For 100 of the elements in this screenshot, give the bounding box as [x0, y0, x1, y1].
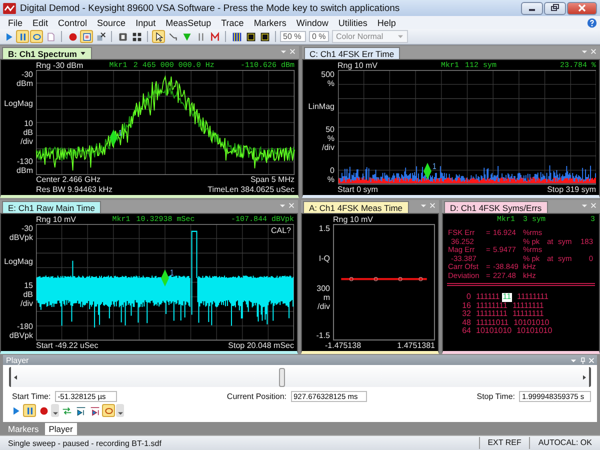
field-label: Stop Time:	[476, 392, 515, 401]
help-icon[interactable]	[587, 18, 597, 28]
player-button[interactable]	[102, 404, 115, 417]
grid-icon	[132, 32, 142, 42]
range-label: Rng -30 dBm	[36, 61, 84, 70]
axis-footer-label: TimeLen 384.0625 uSec	[208, 184, 294, 194]
font-icon	[118, 32, 128, 42]
close-icon[interactable]	[590, 48, 597, 55]
zoom-icon	[168, 32, 178, 42]
timeline-slider[interactable]	[9, 367, 591, 387]
menu-item[interactable]: Edit	[28, 18, 54, 28]
menu-item[interactable]: Markers	[248, 18, 292, 28]
player-button[interactable]	[51, 404, 59, 417]
axis-footer-label: Start -49.22 uSec	[36, 340, 98, 350]
player-button[interactable]	[23, 404, 36, 417]
toolbar-button[interactable]	[230, 30, 243, 43]
close-icon[interactable]	[590, 202, 597, 209]
menu-item[interactable]: MeasSetup	[160, 18, 216, 28]
loop-icon	[32, 32, 42, 42]
status-indicator: EXT REF	[478, 437, 530, 449]
record-icon	[68, 32, 78, 42]
panel-tab[interactable]: B: Ch1 Spectrum	[2, 47, 92, 59]
caret-icon	[118, 412, 122, 415]
restore-button[interactable]	[544, 2, 566, 14]
pointer-icon	[154, 32, 164, 42]
symbol-bits: 11111111	[476, 302, 508, 310]
toolbar-button[interactable]	[258, 30, 271, 43]
bit-offset: 16	[461, 302, 472, 310]
axis-footer-label: Res BW 9.94463 kHz	[36, 184, 112, 194]
bit-offset: 0	[466, 293, 472, 302]
axis-label: 0 %	[327, 166, 334, 184]
status-annotation: CAL?	[270, 226, 291, 235]
marker-icon	[210, 32, 220, 42]
toolbar-button[interactable]	[244, 30, 257, 43]
toolbar-button[interactable]	[80, 30, 93, 43]
scale-field[interactable]: 50 %	[280, 31, 306, 42]
axis-footer-label: Start 0 sym	[338, 184, 378, 194]
toolbar-button[interactable]	[130, 30, 143, 43]
range-label: Rng 10 mV	[338, 61, 378, 70]
panel-tab[interactable]: E: Ch1 Raw Main Time	[2, 201, 101, 213]
window-title: Digital Demod - Keysight 89600 VSA Software - Press the Mode key to switch applications	[20, 2, 401, 14]
close-icon	[577, 4, 587, 12]
symbol-bits: 10101010	[476, 327, 512, 336]
axis-label: 300 m /div	[316, 284, 330, 311]
menu-item[interactable]: Source	[92, 18, 131, 28]
panel-tab[interactable]: C: Ch1 4FSK Err Time	[304, 47, 400, 59]
symbol-bits: 10101010	[514, 318, 550, 327]
status-indicator: AUTOCAL: OK	[529, 437, 600, 449]
left-arrow-icon[interactable]	[14, 374, 17, 380]
axis-label: 500 %	[321, 70, 334, 88]
toolbar-button[interactable]	[152, 30, 165, 43]
axis-label: 10 dB /div	[20, 119, 33, 146]
clear-icon	[96, 32, 106, 42]
triangle-icon	[182, 32, 192, 42]
symbol-bits: 11111111	[512, 310, 544, 318]
menu-item[interactable]: Utilities	[333, 18, 372, 28]
dock-tab[interactable]: Player	[44, 423, 77, 435]
loop-icon	[104, 406, 114, 416]
menu-item[interactable]: Trace	[216, 18, 249, 28]
axis-label: I-Q	[318, 254, 330, 263]
offset-field[interactable]: 0 %	[309, 31, 329, 42]
menu-item[interactable]: Window	[291, 18, 334, 28]
right-arrow-icon[interactable]	[583, 374, 586, 380]
pause-icon	[18, 32, 28, 42]
play-icon	[10, 406, 20, 416]
slider-thumb[interactable]	[278, 368, 285, 387]
caret-icon	[52, 412, 58, 415]
bit-offset: 64	[461, 327, 472, 336]
close-icon[interactable]	[429, 202, 436, 209]
play-icon	[4, 32, 14, 42]
panel-tab[interactable]: A: Ch1 4FSK Meas Time	[303, 201, 409, 213]
symbol-bits: 11	[502, 293, 512, 302]
axis-label: 15 dB /div	[20, 280, 33, 308]
axis-footer-label: Span 5 MHz	[250, 175, 294, 184]
menu-item[interactable]: File	[3, 18, 28, 28]
menu-item[interactable]: Help	[372, 18, 401, 28]
player-button[interactable]	[116, 404, 124, 417]
menu-item[interactable]: Input	[130, 18, 161, 28]
axis-label: -30 dBm	[16, 70, 33, 88]
axis-label: -1.5	[316, 331, 330, 340]
caret-icon[interactable]	[80, 51, 86, 56]
minimize-button[interactable]	[521, 2, 543, 14]
status-message: Single sweep - paused - recording BT-1.sdf	[8, 438, 162, 448]
menu-item[interactable]: Control	[53, 18, 92, 28]
axis-footer-label: Stop 20.048 mSec	[228, 340, 294, 350]
close-icon[interactable]	[288, 48, 296, 55]
axis-footer-label: Stop 319 sym	[547, 184, 596, 194]
pin-icon[interactable]	[579, 356, 586, 364]
axis-label: -30 dBVpk	[9, 224, 33, 242]
field-label: Current Position:	[226, 392, 287, 401]
skip-end-icon	[90, 406, 100, 416]
range-label: Rng 10 mV	[333, 215, 374, 224]
axis-footer-label: Center 2.466 GHz	[36, 175, 102, 184]
symbol-bits: 11111111	[512, 302, 544, 310]
close-icon[interactable]	[288, 202, 295, 209]
panel-tab[interactable]: D: Ch1 4FSK Syms/Errs	[444, 201, 548, 213]
preset-icon	[82, 32, 92, 42]
pause-icon	[24, 406, 34, 416]
skip-start-icon	[76, 406, 86, 416]
close-button[interactable]	[567, 2, 597, 14]
